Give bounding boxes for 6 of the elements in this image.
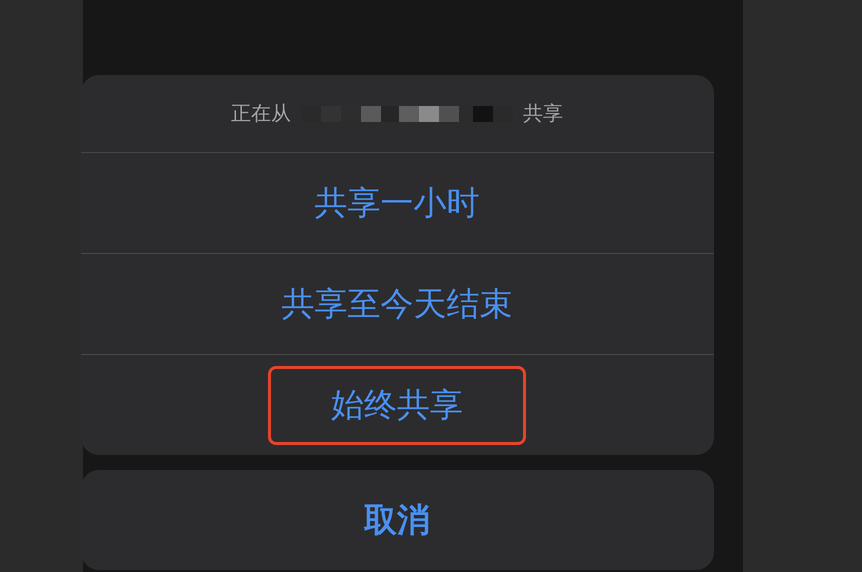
sheet-title: 正在从 [231, 100, 291, 127]
option-button[interactable]: 共享一小时 [314, 180, 480, 226]
option-button[interactable]: 始终共享 [331, 382, 463, 428]
sheet-title: 共享 [523, 100, 563, 127]
cancel-button[interactable]: 取消 [80, 470, 714, 570]
option-button[interactable]: 共享至今天结束 [282, 282, 512, 326]
